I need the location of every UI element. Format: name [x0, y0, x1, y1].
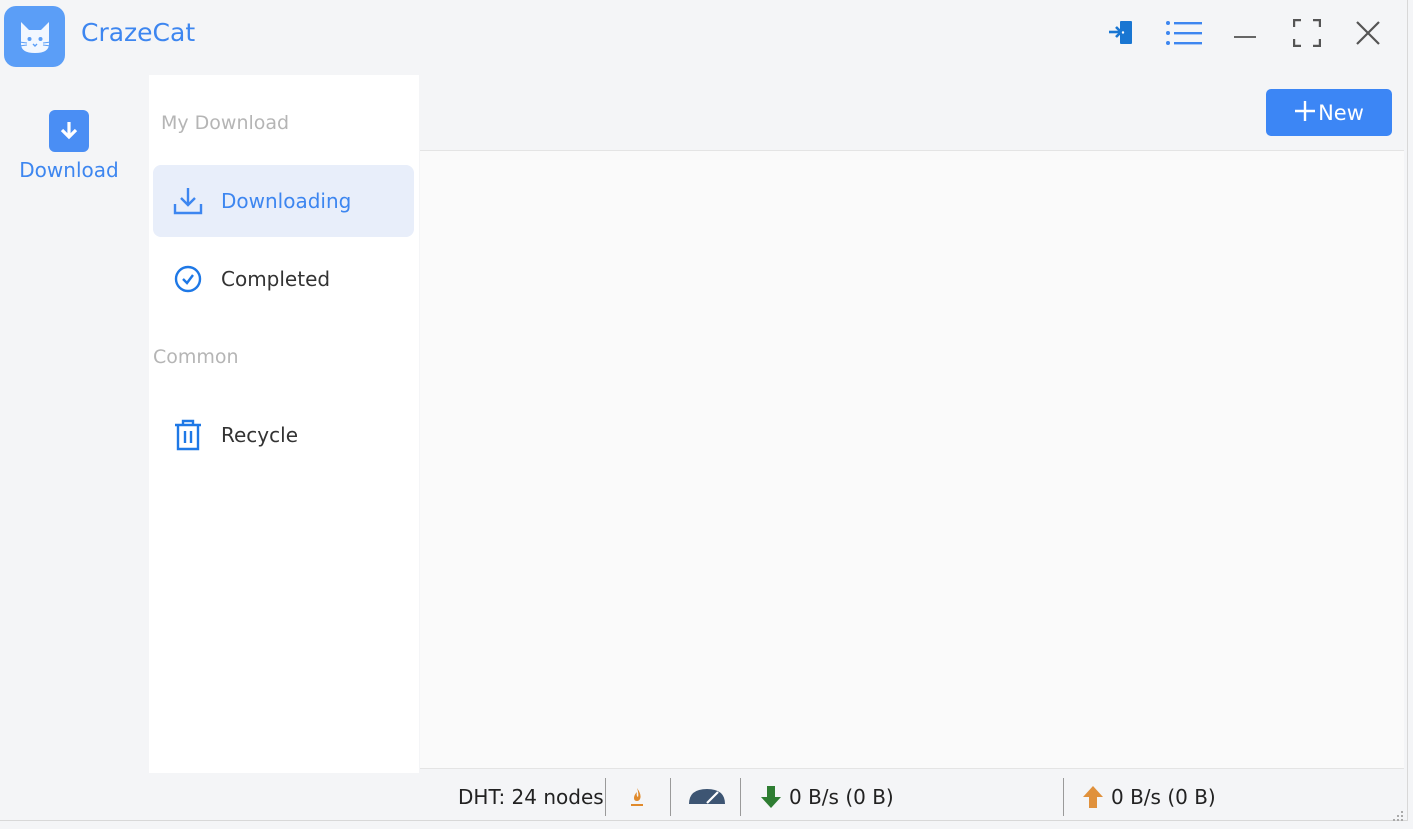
sidebar-item-downloading[interactable]: Downloading: [153, 165, 414, 237]
status-divider: [670, 778, 671, 816]
minimize-icon: [1234, 26, 1256, 44]
rail-label-download: Download: [19, 158, 119, 182]
status-divider: [740, 778, 741, 816]
login-door-icon: [1107, 20, 1137, 51]
download-arrow-icon: [760, 775, 782, 819]
download-box-icon: [49, 110, 89, 152]
fullscreen-icon: [1292, 18, 1322, 52]
maximize-button[interactable]: [1289, 18, 1325, 52]
close-icon: [1356, 20, 1380, 50]
status-divider: [1063, 778, 1064, 816]
download-speed: 0 B/s (0 B): [789, 785, 894, 809]
flame-icon[interactable]: [628, 775, 646, 819]
speedometer-icon[interactable]: [688, 775, 726, 819]
download-tray-icon: [173, 186, 203, 216]
status-bar: DHT: 24 nodes 0 B/s (0 B) 0 B/s (0 B): [420, 775, 1408, 821]
minimize-button[interactable]: [1227, 18, 1263, 52]
section-title-common: Common: [153, 346, 239, 368]
status-divider: [605, 778, 606, 816]
check-circle-icon: [173, 264, 203, 294]
plus-icon: [1294, 98, 1316, 128]
dht-status: DHT: 24 nodes: [458, 785, 604, 809]
section-title-my-download: My Download: [161, 112, 290, 134]
rail-item-download[interactable]: Download: [14, 110, 124, 182]
menu-button[interactable]: [1166, 18, 1202, 52]
app-title: CrazeCat: [81, 18, 196, 47]
list-menu-icon: [1165, 19, 1203, 52]
sidebar: My Download Downloading Completed Common: [149, 75, 419, 773]
sidebar-item-label: Completed: [221, 267, 331, 291]
sidebar-item-completed[interactable]: Completed: [153, 243, 414, 315]
download-list-area[interactable]: [420, 150, 1404, 769]
sidebar-item-recycle[interactable]: Recycle: [153, 399, 414, 471]
resize-grip-icon[interactable]: [1392, 803, 1404, 821]
app-window: CrazeCat Download My Download Downloadin…: [0, 0, 1408, 821]
sidebar-item-label: Recycle: [221, 423, 298, 447]
trash-icon: [173, 419, 203, 451]
sidebar-item-label: Downloading: [221, 189, 352, 213]
upload-speed: 0 B/s (0 B): [1111, 785, 1216, 809]
close-button[interactable]: [1350, 18, 1386, 52]
new-download-button[interactable]: New: [1266, 89, 1392, 136]
login-button[interactable]: [1104, 18, 1140, 52]
upload-arrow-icon: [1082, 775, 1104, 819]
new-button-label: New: [1318, 100, 1364, 125]
cat-logo-icon: [4, 6, 65, 67]
